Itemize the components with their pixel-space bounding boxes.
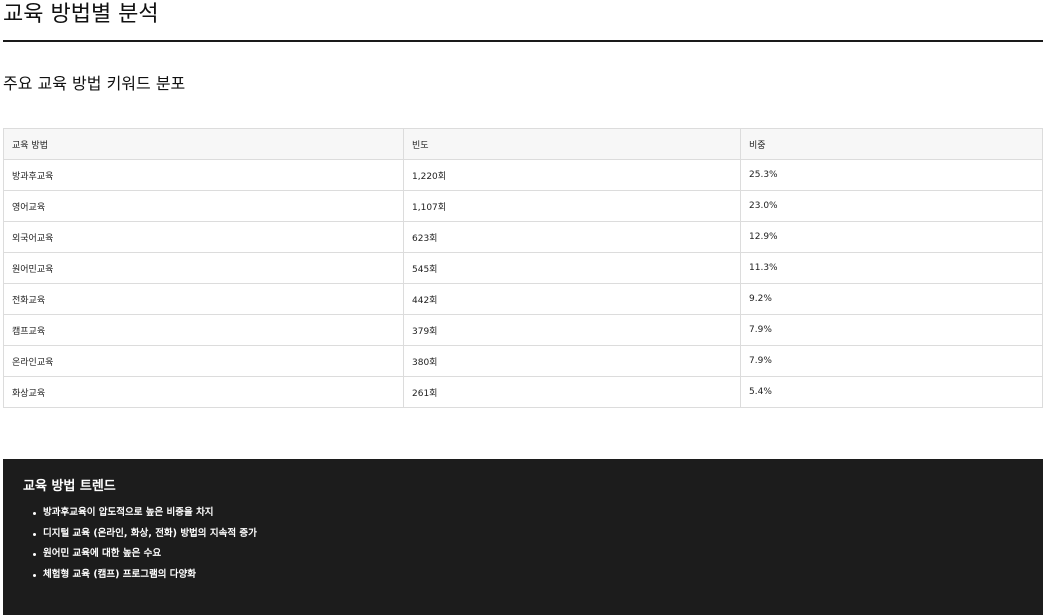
header-method: 교육 방법 (3, 128, 404, 160)
cell-frequency: 261회 (403, 376, 741, 408)
table-header-row: 교육 방법 빈도 비중 (3, 128, 1043, 160)
cell-share: 7.9% (740, 314, 1043, 346)
table-row: 영어교육 1,107회 23.0% (3, 190, 1043, 222)
table-row: 온라인교육 380회 7.9% (3, 345, 1043, 377)
cell-share: 23.0% (740, 190, 1043, 222)
table-row: 방과후교육 1,220회 25.3% (3, 159, 1043, 191)
cell-method: 영어교육 (3, 190, 404, 222)
header-frequency: 빈도 (403, 128, 741, 160)
cell-method: 원어민교육 (3, 252, 404, 284)
table-row: 캠프교육 379회 7.9% (3, 314, 1043, 346)
list-item: 원어민 교육에 대한 높은 수요 (33, 544, 1023, 565)
cell-method: 온라인교육 (3, 345, 404, 377)
list-item: 디지털 교육 (온라인, 화상, 전화) 방법의 지속적 증가 (33, 524, 1023, 545)
table-row: 전화교육 442회 9.2% (3, 283, 1043, 315)
cell-frequency: 545회 (403, 252, 741, 284)
cell-method: 방과후교육 (3, 159, 404, 191)
trend-panel: 교육 방법 트렌드 방과후교육이 압도적으로 높은 비중을 차지 디지털 교육 … (3, 459, 1043, 615)
list-item: 체험형 교육 (캠프) 프로그램의 다양화 (33, 565, 1023, 586)
trend-list: 방과후교육이 압도적으로 높은 비중을 차지 디지털 교육 (온라인, 화상, … (23, 503, 1023, 585)
table-row: 화상교육 261회 5.4% (3, 376, 1043, 408)
cell-frequency: 442회 (403, 283, 741, 315)
method-table: 교육 방법 빈도 비중 방과후교육 1,220회 25.3% 영어교육 1,10… (3, 128, 1043, 408)
cell-share: 9.2% (740, 283, 1043, 315)
cell-method: 전화교육 (3, 283, 404, 315)
cell-frequency: 623회 (403, 221, 741, 253)
cell-frequency: 1,220회 (403, 159, 741, 191)
list-item: 방과후교육이 압도적으로 높은 비중을 차지 (33, 503, 1023, 524)
cell-frequency: 1,107회 (403, 190, 741, 222)
cell-share: 7.9% (740, 345, 1043, 377)
cell-method: 캠프교육 (3, 314, 404, 346)
trend-title: 교육 방법 트렌드 (23, 479, 116, 494)
cell-share: 12.9% (740, 221, 1043, 253)
page: 교육 방법별 분석 주요 교육 방법 키워드 분포 교육 방법 빈도 비중 방과… (0, 0, 1046, 615)
cell-method: 화상교육 (3, 376, 404, 408)
section-title: 주요 교육 방법 키워드 분포 (3, 74, 186, 93)
header-share: 비중 (740, 128, 1043, 160)
table-row: 외국어교육 623회 12.9% (3, 221, 1043, 253)
cell-method: 외국어교육 (3, 221, 404, 253)
cell-share: 5.4% (740, 376, 1043, 408)
page-title: 교육 방법별 분석 (3, 0, 1043, 42)
cell-share: 11.3% (740, 252, 1043, 284)
table-row: 원어민교육 545회 11.3% (3, 252, 1043, 284)
cell-share: 25.3% (740, 159, 1043, 191)
cell-frequency: 380회 (403, 345, 741, 377)
cell-frequency: 379회 (403, 314, 741, 346)
